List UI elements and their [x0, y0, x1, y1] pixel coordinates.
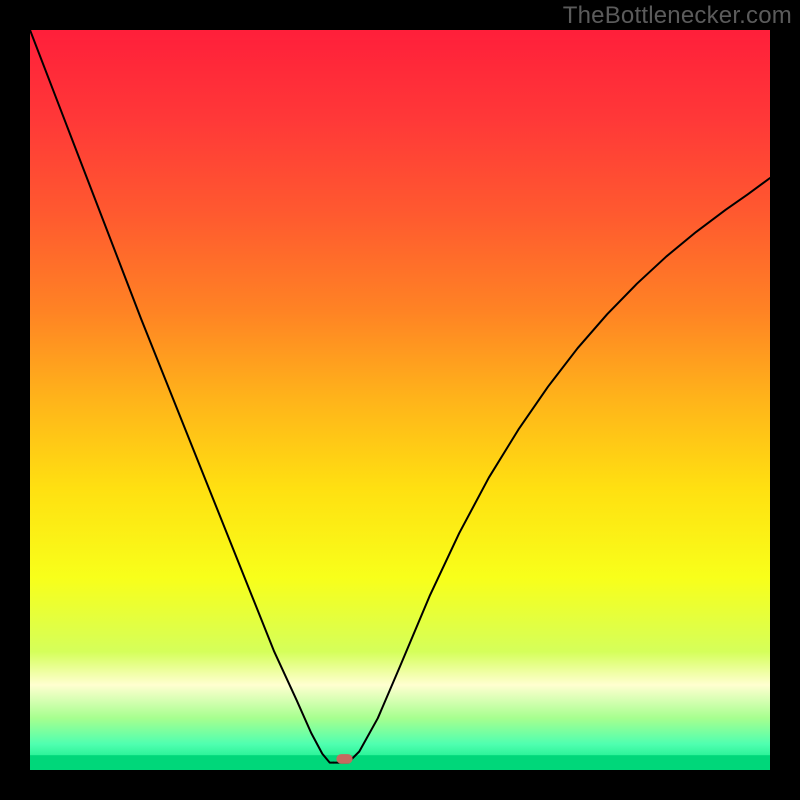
marker-trough-capsule — [336, 754, 352, 764]
chart-markers — [336, 754, 352, 764]
chart-background — [30, 30, 770, 770]
watermark-text: TheBottlenecker.com — [563, 2, 792, 30]
chart-plot — [30, 30, 770, 770]
chart-bottom-stripe — [30, 755, 770, 770]
chart-frame: TheBottlenecker.com — [0, 0, 800, 800]
